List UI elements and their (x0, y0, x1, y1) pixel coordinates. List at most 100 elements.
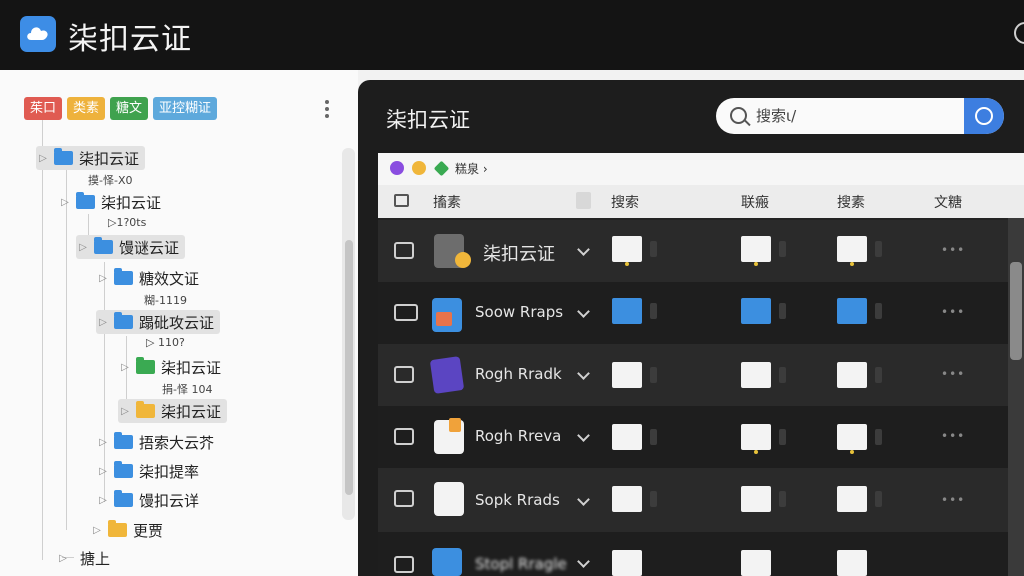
file-preview-icon (741, 550, 771, 576)
cell-handle (650, 491, 657, 507)
tree-node[interactable]: ▷ 柒扣云证 (118, 399, 228, 423)
caret-right-icon[interactable]: ▷ (56, 553, 70, 564)
tree-node-label: 柒扣云证 (161, 358, 222, 377)
file-preview-icon (837, 486, 867, 512)
account-icon[interactable] (1014, 22, 1024, 44)
chevron-down-icon[interactable] (577, 369, 589, 381)
tree-node[interactable]: ▷ 蹋砒攻云证 (96, 310, 221, 334)
column-header[interactable]: 联瘢 (741, 192, 769, 212)
folder-icon (108, 520, 127, 537)
folder-icon (114, 268, 133, 285)
table-row[interactable] (378, 468, 1008, 532)
tree-node[interactable]: ▷ 搪上 (56, 546, 110, 570)
select-all-icon[interactable] (394, 194, 409, 207)
chevron-down-icon[interactable] (577, 245, 589, 257)
pin-icon (850, 450, 854, 454)
tree-node[interactable]: ▷ 捂索大云芥 (96, 430, 214, 454)
chevron-down-icon[interactable] (577, 431, 589, 443)
ellipsis-icon[interactable]: ••• (941, 243, 965, 257)
app-preview-icon (612, 298, 642, 324)
file-icon[interactable] (394, 490, 414, 507)
ellipsis-icon[interactable]: ••• (941, 305, 965, 319)
tree-node[interactable]: ▷ 柒扣提率 (96, 459, 199, 483)
caret-right-icon[interactable]: ▷ (96, 273, 110, 284)
file-icon[interactable] (394, 556, 414, 573)
table-row[interactable] (378, 532, 1008, 576)
list-scrollbar-thumb[interactable] (1010, 262, 1022, 360)
caret-right-icon[interactable]: ▷ (36, 153, 50, 164)
table-row[interactable] (378, 220, 1008, 282)
caret-right-icon[interactable]: ▷ (96, 317, 110, 328)
folder-preview-icon (837, 236, 867, 262)
caret-right-icon[interactable]: ▷ (58, 197, 72, 208)
tree-node[interactable]: ▷ 馒谜云证 (76, 235, 186, 259)
tree-node-label: 柒扣云证 (101, 193, 162, 212)
more-vertical-icon[interactable] (320, 98, 334, 120)
caret-right-icon[interactable]: ▷ (118, 406, 132, 417)
caret-right-icon[interactable]: ▷ (96, 466, 110, 477)
caret-right-icon[interactable]: ▷ (96, 437, 110, 448)
file-icon[interactable] (394, 242, 414, 259)
tag-3[interactable]: 糖文 (110, 97, 149, 120)
ellipsis-icon[interactable]: ••• (941, 493, 965, 507)
breadcrumb-text[interactable]: 糕泉 › (455, 160, 488, 177)
app-icon (429, 356, 465, 394)
column-header[interactable]: 搜素 (837, 192, 865, 212)
file-icon[interactable] (394, 428, 414, 445)
file-preview-icon (612, 362, 642, 388)
tree-node[interactable]: ▷ 柒扣云证 (36, 146, 146, 170)
tree-node[interactable]: ▷ 柒扣云证 (58, 190, 161, 214)
column-header[interactable]: 搜索 (611, 192, 639, 212)
table-row[interactable] (378, 406, 1008, 468)
caret-right-icon[interactable]: ▷ (76, 242, 90, 253)
tree-guide (66, 170, 67, 530)
tag-bar: 茱口 类素 糖文 亚控糊证 (24, 97, 218, 120)
caret-right-icon[interactable]: ▷ (96, 495, 110, 506)
tree-node[interactable]: ▷ 馒扣云详 (96, 488, 199, 512)
tree-node-label: 柒扣云证 (79, 149, 140, 168)
row-name: Sopk Rrads (475, 491, 560, 509)
table-row[interactable] (378, 344, 1008, 406)
cell-handle (875, 491, 882, 507)
cell-handle (779, 491, 786, 507)
tree-scrollbar-thumb[interactable] (345, 240, 353, 495)
file-icon[interactable] (394, 366, 414, 383)
row-name: Rogh Rradk (475, 365, 562, 383)
folder-icon (114, 432, 133, 449)
chevron-down-icon[interactable] (577, 495, 589, 507)
tag-1[interactable]: 茱口 (24, 97, 63, 120)
ellipsis-icon[interactable]: ••• (941, 429, 965, 443)
tree-node-label: 馒谜云证 (119, 238, 180, 257)
chevron-down-icon[interactable] (577, 307, 589, 319)
search-button[interactable] (964, 98, 1004, 134)
tree-node[interactable]: ▷ 更贾 (90, 518, 163, 542)
cloud-logo-icon (20, 16, 56, 52)
tag-4[interactable]: 亚控糊证 (153, 97, 218, 120)
column-header[interactable]: 文糖 (934, 192, 962, 212)
tree-node[interactable]: ▷ 糖效文证 (96, 266, 199, 290)
column-toggle[interactable] (576, 192, 591, 209)
tree-node[interactable]: ▷ 柒扣云证 (118, 355, 221, 379)
monitor-icon[interactable] (394, 304, 418, 321)
ellipsis-icon[interactable]: ••• (941, 367, 965, 381)
cell-handle (779, 367, 786, 383)
column-header[interactable]: 搐素 (433, 192, 461, 212)
cell-handle (650, 303, 657, 319)
tree-node-meta: 摸-怿-X0 (88, 174, 133, 187)
caret-right-icon[interactable]: ▷ (90, 525, 104, 536)
caret-right-icon[interactable]: ▷ (118, 362, 132, 373)
app-icon (434, 482, 464, 516)
search-input[interactable] (756, 106, 956, 126)
yellow-dot-icon (412, 161, 426, 175)
cell-handle (779, 241, 786, 257)
folder-icon (114, 312, 133, 329)
chevron-down-icon[interactable] (577, 557, 589, 569)
folder-icon (94, 237, 113, 254)
table-row[interactable] (378, 282, 1008, 344)
app-icon (432, 548, 462, 576)
file-preview-icon (837, 550, 867, 576)
badge-icon (449, 418, 461, 432)
purple-dot-icon (390, 161, 404, 175)
tag-2[interactable]: 类素 (67, 97, 106, 120)
cell-handle (875, 241, 882, 257)
